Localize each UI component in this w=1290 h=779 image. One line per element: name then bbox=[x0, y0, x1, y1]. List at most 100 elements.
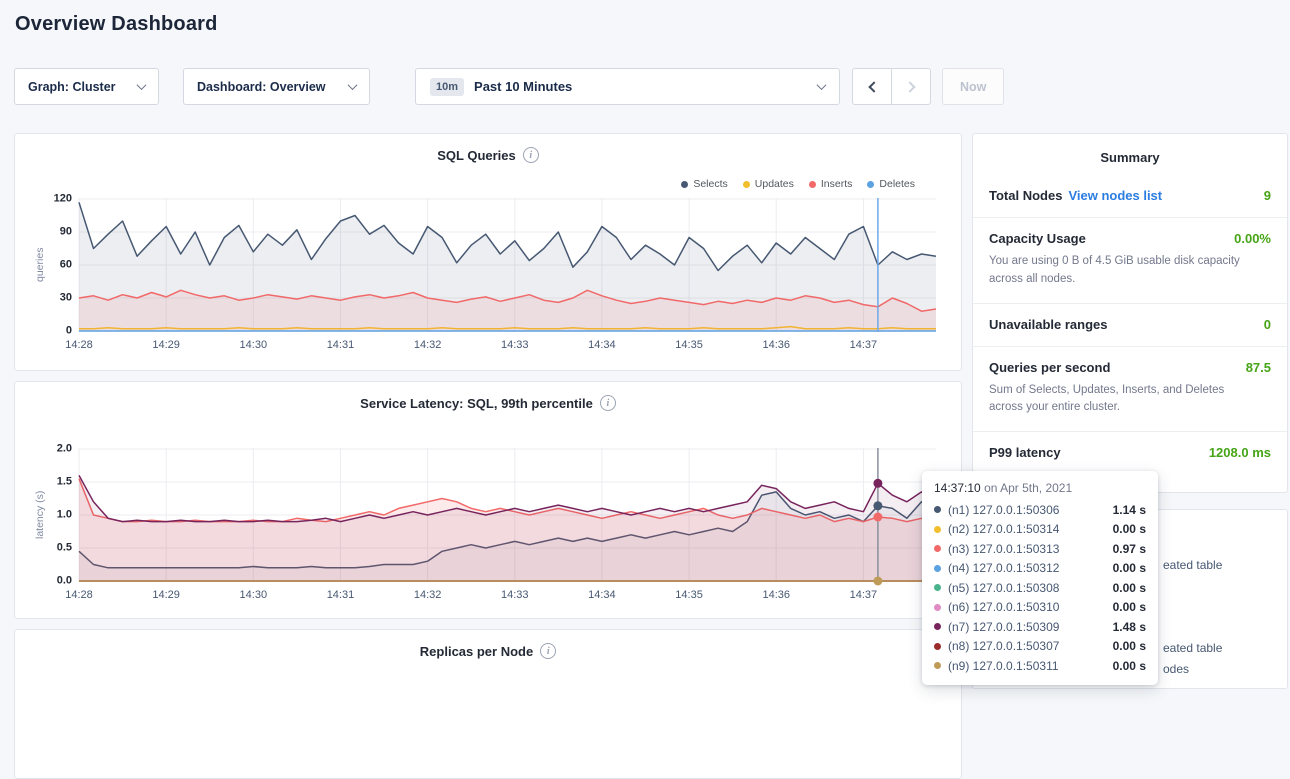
x-tick-label: 14:31 bbox=[327, 589, 355, 601]
x-tick-label: 14:32 bbox=[414, 339, 442, 351]
x-tick-label: 14:31 bbox=[327, 339, 355, 351]
sql-queries-chart-panel: SQL Queries i Selects Updates Inserts Delet… bbox=[14, 133, 962, 371]
tooltip-row: (n6) 127.0.0.1:50310 0.00 s bbox=[934, 598, 1146, 618]
tooltip-node-value: 0.97 s bbox=[1113, 542, 1146, 556]
page-title: Overview Dashboard bbox=[15, 13, 218, 36]
series-color-dot bbox=[934, 545, 941, 552]
summary-row: Capacity Usage0.00%You are using 0 B of … bbox=[973, 217, 1287, 303]
chart-title: Replicas per Node i bbox=[15, 643, 961, 659]
chart-title-text: Service Latency: SQL, 99th percentile bbox=[360, 396, 593, 411]
view-nodes-link[interactable]: View nodes list bbox=[1068, 188, 1162, 203]
summary-row: Queries per second87.5Sum of Selects, Up… bbox=[973, 346, 1287, 432]
chart-title: Service Latency: SQL, 99th percentile i bbox=[15, 395, 961, 411]
info-icon[interactable]: i bbox=[523, 147, 539, 163]
legend-item-deletes[interactable]: Deletes bbox=[867, 178, 915, 190]
y-tick-label: 1.0 bbox=[57, 510, 72, 521]
chevron-down-icon bbox=[137, 80, 147, 90]
tooltip-node-label: (n7) 127.0.0.1:50309 bbox=[948, 620, 1059, 634]
summary-row-description: Sum of Selects, Updates, Inserts, and De… bbox=[989, 382, 1271, 418]
tooltip-node-label: (n8) 127.0.0.1:50307 bbox=[948, 639, 1059, 653]
chart-title-text: Replicas per Node bbox=[420, 644, 533, 659]
x-tick-label: 14:28 bbox=[65, 589, 93, 601]
y-axis-label: queries bbox=[34, 198, 46, 332]
tooltip-row: (n2) 127.0.0.1:503140.00 s bbox=[934, 520, 1146, 540]
graph-dropdown[interactable]: Graph: Cluster bbox=[14, 68, 159, 105]
series-color-dot bbox=[934, 643, 941, 650]
chevron-left-icon bbox=[868, 81, 879, 92]
chart-canvas bbox=[79, 198, 936, 332]
chart-plot[interactable]: latency (s) 0.00.51.01.52.014:2814:2914:… bbox=[79, 448, 936, 582]
summary-row-label: Unavailable ranges bbox=[989, 317, 1108, 332]
summary-title: Summary bbox=[973, 134, 1287, 175]
time-range-badge: 10m bbox=[430, 78, 464, 96]
summary-row: P99 latency 1208.0 ms bbox=[973, 431, 1287, 474]
x-tick-label: 14:34 bbox=[588, 589, 616, 601]
legend-item-selects[interactable]: Selects bbox=[681, 178, 727, 190]
x-tick-label: 14:36 bbox=[762, 589, 790, 601]
x-tick-label: 14:30 bbox=[240, 589, 268, 601]
legend-item-updates[interactable]: Updates bbox=[743, 178, 794, 190]
chart-canvas bbox=[79, 448, 936, 582]
chart-title: SQL Queries i bbox=[15, 147, 961, 163]
x-tick-label: 14:33 bbox=[501, 589, 529, 601]
series-color-dot bbox=[934, 662, 941, 669]
tooltip-row: (n9) 127.0.0.1:503110.00 s bbox=[934, 656, 1146, 676]
chevron-right-icon bbox=[904, 81, 915, 92]
chevron-down-icon bbox=[817, 80, 827, 90]
tooltip-node-label: (n3) 127.0.0.1:50313 bbox=[948, 542, 1059, 556]
x-tick-label: 14:28 bbox=[65, 339, 93, 351]
summary-row-description: You are using 0 B of 4.5 GiB usable disk… bbox=[989, 253, 1271, 289]
chevron-down-icon bbox=[348, 80, 358, 90]
event-item-fragment: eated table bbox=[1163, 641, 1222, 655]
series-color-dot bbox=[934, 604, 941, 611]
tooltip-node-value: 1.14 s bbox=[1113, 503, 1146, 517]
legend-label: Updates bbox=[755, 178, 794, 190]
info-icon[interactable]: i bbox=[600, 395, 616, 411]
tooltip-time: 14:37:10 bbox=[934, 481, 981, 495]
toolbar: Graph: Cluster Dashboard: Overview 10m P… bbox=[14, 68, 1004, 105]
legend-item-inserts[interactable]: Inserts bbox=[809, 178, 853, 190]
tooltip-row: (n5) 127.0.0.1:503080.00 s bbox=[934, 578, 1146, 598]
now-button[interactable]: Now bbox=[942, 68, 1004, 105]
y-tick-label: 30 bbox=[60, 293, 72, 304]
time-range-dropdown[interactable]: 10m Past 10 Minutes bbox=[415, 68, 840, 105]
dashboard-dropdown[interactable]: Dashboard: Overview bbox=[183, 68, 370, 105]
y-tick-label: 90 bbox=[60, 227, 72, 238]
summary-rows: Total NodesView nodes list9Capacity Usag… bbox=[973, 175, 1287, 474]
y-axis-label: latency (s) bbox=[34, 448, 46, 582]
legend-label: Deletes bbox=[879, 178, 915, 190]
summary-row-label: P99 latency bbox=[989, 445, 1061, 460]
summary-row-value: 0.00% bbox=[1234, 231, 1271, 246]
summary-row: Unavailable ranges 0 bbox=[973, 303, 1287, 346]
time-next-button[interactable] bbox=[891, 68, 931, 105]
tooltip-node-label: (n6) 127.0.0.1:50310 bbox=[948, 600, 1059, 614]
tooltip-row: (n3) 127.0.0.1:50313 0.97 s bbox=[934, 539, 1146, 559]
summary-row: Total NodesView nodes list9 bbox=[973, 175, 1287, 217]
y-tick-label: 0.5 bbox=[57, 543, 72, 554]
tooltip-rows: (n1) 127.0.0.1:50306 1.14 s (n2) 127.0.0.1… bbox=[934, 500, 1146, 676]
tooltip-date: on Apr 5th, 2021 bbox=[984, 481, 1072, 495]
tooltip-node-value: 0.00 s bbox=[1113, 600, 1146, 614]
info-icon[interactable]: i bbox=[540, 643, 556, 659]
event-item-fragment: odes bbox=[1163, 662, 1189, 676]
y-tick-label: 120 bbox=[54, 194, 72, 205]
series-color-dot bbox=[934, 584, 941, 591]
x-tick-label: 14:35 bbox=[675, 339, 703, 351]
tooltip-node-label: (n2) 127.0.0.1:50314 bbox=[948, 522, 1059, 536]
time-prev-button[interactable] bbox=[852, 68, 892, 105]
y-tick-label: 60 bbox=[60, 260, 72, 271]
summary-row-value: 87.5 bbox=[1246, 360, 1271, 375]
series-color-dot bbox=[934, 526, 941, 533]
tooltip-node-value: 1.48 s bbox=[1113, 620, 1146, 634]
summary-row-value: 0 bbox=[1264, 317, 1271, 332]
time-range-label: Past 10 Minutes bbox=[474, 79, 572, 94]
series-color-dot bbox=[934, 565, 941, 572]
replicas-chart-panel: Replicas per Node i bbox=[14, 629, 962, 779]
legend-dot bbox=[809, 181, 816, 188]
tooltip-node-label: (n1) 127.0.0.1:50306 bbox=[948, 503, 1059, 517]
latency-chart-panel: Service Latency: SQL, 99th percentile i … bbox=[14, 381, 962, 619]
chart-tooltip: 14:37:10 on Apr 5th, 2021 (n1) 127.0.0.1… bbox=[922, 471, 1158, 685]
chart-plot[interactable]: queries 030609012014:2814:2914:3014:3114… bbox=[79, 198, 936, 332]
summary-row-value: 1208.0 ms bbox=[1209, 445, 1271, 460]
summary-panel: Summary Total NodesView nodes list9Capac… bbox=[972, 133, 1288, 493]
